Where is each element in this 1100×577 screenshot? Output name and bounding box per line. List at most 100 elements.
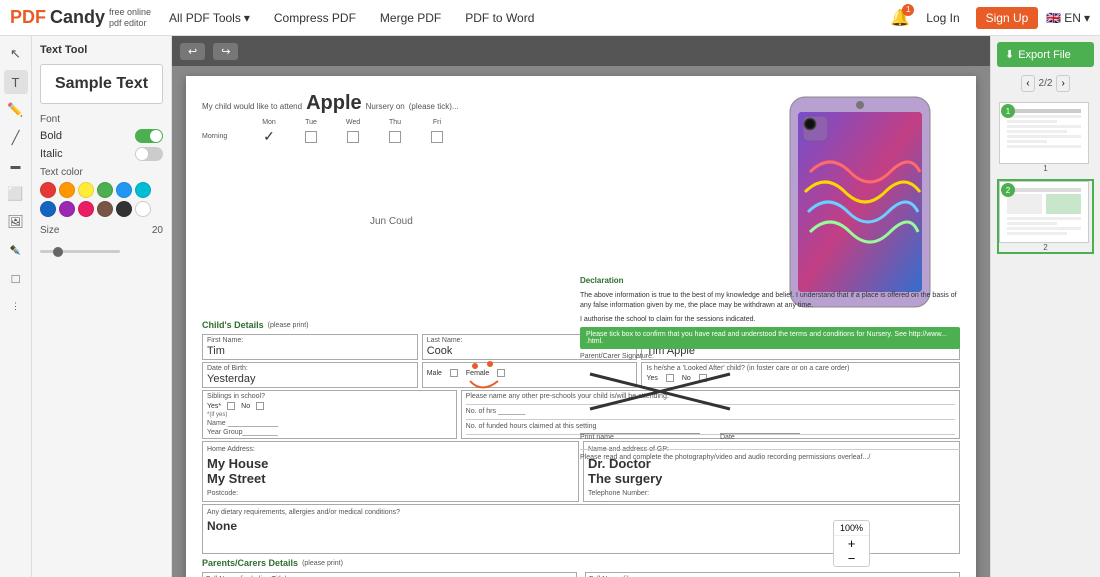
zoom-controls: 100% + − bbox=[833, 520, 870, 567]
pdf-content[interactable]: My child would like to attend Apple Nurs… bbox=[172, 66, 990, 577]
logo-candy: Candy bbox=[50, 7, 105, 28]
photo-label: Please read and complete the photography… bbox=[580, 449, 960, 461]
bold-toggle-row: Bold bbox=[40, 129, 163, 143]
parent2-column: Full Name (i) Date of Birth: Relationshi… bbox=[585, 572, 960, 577]
line-tool[interactable]: ╱ bbox=[4, 126, 28, 150]
prev-page-button[interactable]: ‹ bbox=[1021, 75, 1034, 92]
nav-merge[interactable]: Merge PDF bbox=[374, 11, 447, 25]
image-tool[interactable]: 🖼 bbox=[4, 210, 28, 234]
check-fri-morning[interactable] bbox=[417, 131, 457, 143]
child-details-title: Child's Details bbox=[202, 320, 264, 330]
nav-compress[interactable]: Compress PDF bbox=[268, 11, 362, 25]
home-address-field: Home Address: My House My Street Postcod… bbox=[202, 441, 579, 502]
color-brown[interactable] bbox=[97, 201, 113, 217]
date-label: Date bbox=[720, 434, 800, 441]
siblings-no[interactable] bbox=[256, 402, 264, 410]
color-dark[interactable] bbox=[116, 201, 132, 217]
cursor-tool[interactable]: ↖ bbox=[4, 42, 28, 66]
signature-tool[interactable]: ✒️ bbox=[4, 238, 28, 262]
color-cyan[interactable] bbox=[135, 182, 151, 198]
italic-toggle[interactable] bbox=[135, 147, 163, 161]
size-slider[interactable] bbox=[40, 250, 120, 253]
declaration-section: Declaration The above information is tru… bbox=[580, 276, 960, 461]
redo-button[interactable]: ↪ bbox=[213, 43, 238, 60]
apple-brand: Apple bbox=[306, 92, 362, 115]
pencil-tool[interactable]: ✏️ bbox=[4, 98, 28, 122]
color-orange[interactable] bbox=[59, 182, 75, 198]
nav-pdf-to-word[interactable]: PDF to Word bbox=[459, 11, 540, 25]
day-fri: Fri bbox=[417, 119, 457, 126]
sample-text[interactable]: Sample Text bbox=[40, 64, 163, 104]
flag-icon: 🇬🇧 bbox=[1046, 11, 1061, 25]
male-checkbox[interactable] bbox=[450, 369, 458, 377]
size-value: 20 bbox=[152, 225, 163, 236]
row-morning-label: Morning bbox=[202, 133, 247, 140]
color-blue2[interactable] bbox=[40, 201, 56, 217]
lang-selector[interactable]: 🇬🇧 EN ▾ bbox=[1046, 11, 1090, 25]
signature-area bbox=[580, 364, 740, 414]
highlight-tool[interactable]: ▬ bbox=[4, 154, 28, 178]
color-pink[interactable] bbox=[78, 201, 94, 217]
logo: PDF Candy free online pdf editor bbox=[10, 7, 151, 29]
next-page-button[interactable]: › bbox=[1056, 75, 1069, 92]
signin-button[interactable]: Log In bbox=[918, 8, 967, 28]
parents-title: Parents/Carers Details bbox=[202, 558, 298, 568]
color-blue[interactable] bbox=[116, 182, 132, 198]
chevron-down-icon: ▾ bbox=[1084, 11, 1090, 25]
thumbnail-container: 1 1 2 bbox=[997, 100, 1094, 571]
siblings-yes[interactable] bbox=[227, 402, 235, 410]
declaration-text1: The above information is true to the bes… bbox=[580, 291, 960, 311]
thumb2-num: 2 bbox=[999, 243, 1092, 252]
color-purple[interactable] bbox=[59, 201, 75, 217]
export-icon: ⬇ bbox=[1005, 48, 1014, 61]
main-layout: ↖ T ✏️ ╱ ▬ ⬜ 🖼 ✒️ □ ⋮ Text Tool Sample T… bbox=[0, 36, 1100, 577]
chevron-down-icon: ▾ bbox=[244, 11, 250, 25]
nursery-label: Nursery on bbox=[366, 102, 405, 111]
color-green[interactable] bbox=[97, 182, 113, 198]
check-wed-morning[interactable] bbox=[333, 131, 373, 143]
text-tool[interactable]: T bbox=[4, 70, 28, 94]
topbar: PDF Candy free online pdf editor All PDF… bbox=[0, 0, 1100, 36]
eraser-tool[interactable]: ⬜ bbox=[4, 182, 28, 206]
dob-field: Date of Birth: Yesterday bbox=[202, 362, 418, 388]
undo-button[interactable]: ↩ bbox=[180, 43, 205, 60]
nav-right: 🔔 1 Log In Sign Up 🇬🇧 EN ▾ bbox=[890, 7, 1090, 29]
right-sidebar: ⬇ Export File ‹ 2/2 › 1 bbox=[990, 36, 1100, 577]
export-button[interactable]: ⬇ Export File bbox=[997, 42, 1094, 67]
page-navigation: ‹ 2/2 › bbox=[997, 75, 1094, 92]
green-terms-box[interactable]: Please tick box to confirm that you have… bbox=[580, 327, 960, 349]
pdf-area: ↩ ↪ My child would like to attend Apple … bbox=[172, 36, 990, 577]
day-wed: Wed bbox=[333, 119, 373, 126]
print-name-label: Print name bbox=[580, 434, 700, 441]
check-thu-morning[interactable] bbox=[375, 131, 415, 143]
signup-button[interactable]: Sign Up bbox=[976, 7, 1039, 29]
zoom-out-button[interactable]: − bbox=[834, 551, 869, 566]
siblings-field: Siblings in school? Yes* No *(if yes) Na… bbox=[202, 390, 457, 439]
check-mon-morning[interactable]: ✓ bbox=[249, 128, 289, 145]
bell-icon[interactable]: 🔔 1 bbox=[890, 8, 910, 28]
bell-badge: 1 bbox=[902, 4, 914, 16]
jun-coud-text: Jun Coud bbox=[370, 216, 413, 227]
check-tue-morning[interactable] bbox=[291, 131, 331, 143]
more-tool[interactable]: ⋮ bbox=[4, 294, 28, 318]
zoom-in-button[interactable]: + bbox=[834, 536, 869, 551]
color-yellow[interactable] bbox=[78, 182, 94, 198]
attend-label: My child would like to attend bbox=[202, 102, 302, 111]
day-tue: Tue bbox=[291, 119, 331, 126]
nav-all-pdf-tools[interactable]: All PDF Tools ▾ bbox=[163, 11, 256, 25]
child-details-note: (please print) bbox=[268, 322, 309, 329]
address-line2: My Street bbox=[207, 471, 574, 486]
address-line1: My House bbox=[207, 456, 574, 471]
color-red[interactable] bbox=[40, 182, 56, 198]
male-label: Male bbox=[427, 370, 442, 377]
text-tool-panel: Text Tool Sample Text Font Bold Italic T… bbox=[32, 36, 172, 577]
day-mon: Mon bbox=[249, 119, 289, 126]
color-white[interactable] bbox=[135, 201, 151, 217]
thumb1-badge: 1 bbox=[1001, 104, 1015, 118]
bold-toggle[interactable] bbox=[135, 129, 163, 143]
nursery-note: (please tick)... bbox=[409, 102, 459, 111]
thumbnail-2[interactable]: 2 2 bbox=[997, 179, 1094, 254]
shapes-tool[interactable]: □ bbox=[4, 266, 28, 290]
thumb1-num: 1 bbox=[999, 164, 1092, 173]
thumbnail-1[interactable]: 1 1 bbox=[997, 100, 1094, 175]
